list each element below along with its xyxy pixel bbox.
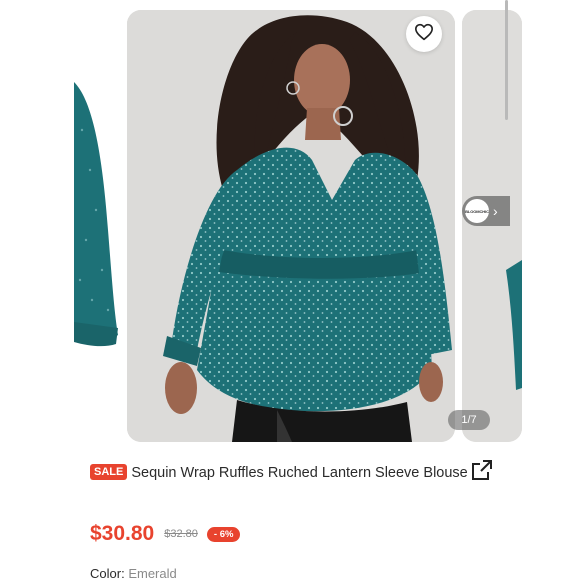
image-counter: 1/7 xyxy=(448,410,490,430)
heart-outline-icon xyxy=(414,23,434,46)
original-price: $32.80 xyxy=(164,528,198,540)
product-title-row: SALE Sequin Wrap Ruffles Ruched Lantern S… xyxy=(90,462,470,485)
current-price: $30.80 xyxy=(90,522,155,545)
product-image-main[interactable] xyxy=(127,10,455,442)
share-external-icon xyxy=(470,460,494,486)
product-image-carousel[interactable]: BLOOMCHIC › 1/7 xyxy=(0,0,580,448)
chevron-right-icon: › xyxy=(493,203,498,219)
favorite-button[interactable] xyxy=(406,16,442,52)
scrollbar[interactable] xyxy=(505,0,508,120)
brand-logo: BLOOMCHIC xyxy=(465,199,489,223)
color-value: Emerald xyxy=(128,566,177,581)
product-title: Sequin Wrap Ruffles Ruched Lantern Sleev… xyxy=(131,465,468,481)
share-button[interactable] xyxy=(470,458,494,482)
sale-badge: SALE xyxy=(90,464,128,480)
next-product-image[interactable] xyxy=(462,10,522,442)
previous-product-image[interactable] xyxy=(74,10,120,442)
price-row: $30.80 $32.80 - 6% xyxy=(90,522,241,546)
brand-store-link[interactable]: BLOOMCHIC › xyxy=(462,196,510,226)
discount-badge: - 6% xyxy=(206,526,241,542)
color-label: Color xyxy=(90,566,122,581)
color-selection: Color: Emerald xyxy=(90,566,177,581)
